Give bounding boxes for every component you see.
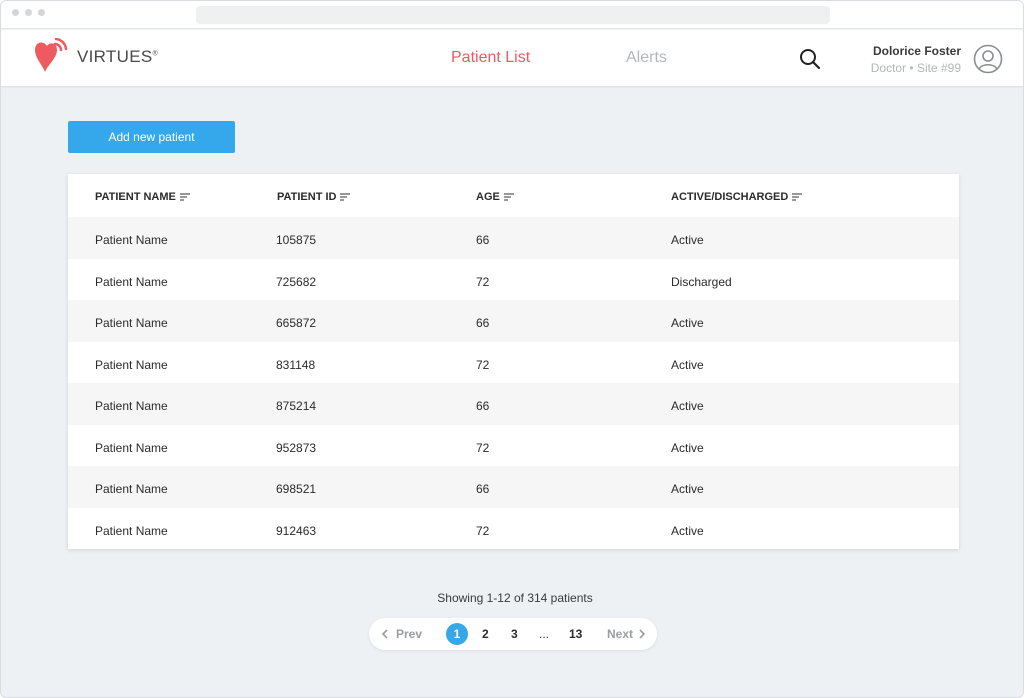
address-bar[interactable]: [196, 6, 830, 24]
table-row[interactable]: Patient Name 725682 72 Discharged: [68, 259, 959, 301]
table-row[interactable]: Patient Name 665872 66 Active: [68, 300, 959, 342]
tab-alerts[interactable]: Alerts: [626, 49, 667, 67]
sort-icon: [503, 193, 514, 201]
window-dot-close[interactable]: [12, 9, 19, 16]
cell-age: 66: [476, 316, 490, 330]
table-row[interactable]: Patient Name 831148 72 Active: [68, 342, 959, 384]
cell-patient-id: 105875: [276, 233, 317, 247]
page-3-button[interactable]: 3: [511, 627, 518, 641]
cell-status: Active: [671, 357, 704, 372]
cell-age: 66: [476, 233, 490, 247]
cell-patient-name: Patient Name: [95, 316, 168, 330]
sort-icon: [179, 193, 190, 201]
window-dot-maximize[interactable]: [38, 9, 45, 16]
sort-icon: [340, 193, 351, 201]
cell-patient-name: Patient Name: [95, 399, 168, 413]
pagination: Prev 1 2 3 ... 13 Next: [369, 618, 657, 650]
logo-text: VIRTUES®: [77, 47, 158, 66]
table-row[interactable]: Patient Name 912463 72 Active: [68, 508, 959, 550]
table-row[interactable]: Patient Name 952873 72 Active: [68, 425, 959, 467]
cell-status: Discharged: [671, 274, 732, 289]
cell-patient-name: Patient Name: [95, 440, 168, 455]
cell-status: Active: [671, 233, 704, 247]
table-row[interactable]: Patient Name 698521 66 Active: [68, 466, 959, 508]
patient-table: PATIENT NAME PATIENT ID AGE ACTIVE/DISCH…: [68, 174, 959, 549]
cell-age: 72: [476, 440, 490, 455]
window-dot-minimize[interactable]: [25, 9, 32, 16]
page-ellipsis: ...: [539, 627, 550, 641]
column-header-patient-name[interactable]: PATIENT NAME: [95, 191, 190, 203]
page-1-button[interactable]: 1: [446, 623, 468, 645]
window-controls: [12, 9, 45, 16]
table-row[interactable]: Patient Name 105875 66 Active: [68, 217, 959, 259]
tab-patient-list[interactable]: Patient List: [451, 49, 530, 67]
column-header-patient-id[interactable]: PATIENT ID: [277, 191, 351, 203]
cell-patient-name: Patient Name: [95, 274, 168, 289]
cell-patient-id: 725682: [276, 274, 317, 289]
cell-patient-name: Patient Name: [95, 233, 168, 247]
prev-page-button[interactable]: Prev: [381, 627, 422, 641]
cell-status: Active: [671, 399, 704, 413]
cell-patient-id: 912463: [276, 523, 317, 538]
cell-patient-name: Patient Name: [95, 357, 168, 372]
browser-chrome: [1, 1, 1023, 29]
page-13-button[interactable]: 13: [569, 627, 582, 641]
table-row[interactable]: Patient Name 875214 66 Active: [68, 383, 959, 425]
cell-age: 72: [476, 274, 490, 289]
chevron-right-icon: [639, 629, 646, 639]
add-patient-button[interactable]: Add new patient: [68, 121, 235, 153]
cell-patient-id: 698521: [276, 482, 317, 496]
table-header: PATIENT NAME PATIENT ID AGE ACTIVE/DISCH…: [68, 174, 959, 217]
cell-status: Active: [671, 523, 704, 538]
user-avatar-icon[interactable]: [973, 44, 1003, 74]
cell-status: Active: [671, 440, 704, 455]
page-2-button[interactable]: 2: [482, 627, 489, 641]
cell-patient-name: Patient Name: [95, 523, 168, 538]
column-header-age[interactable]: AGE: [476, 191, 514, 203]
heart-signal-logo-icon: [35, 38, 68, 72]
column-header-status[interactable]: ACTIVE/DISCHARGED: [671, 191, 803, 203]
cell-patient-id: 665872: [276, 316, 317, 330]
cell-patient-id: 831148: [276, 357, 316, 372]
chevron-left-icon: [381, 629, 388, 639]
cell-age: 66: [476, 482, 490, 496]
app-window: VIRTUES® Patient List Alerts Dolorice Fo…: [0, 0, 1024, 698]
cell-patient-id: 952873: [276, 440, 317, 455]
cell-status: Active: [671, 316, 704, 330]
user-name: Dolorice Foster: [872, 44, 961, 58]
sort-icon: [792, 193, 803, 201]
cell-age: 72: [476, 523, 490, 538]
cell-age: 66: [476, 399, 490, 413]
results-summary: Showing 1-12 of 314 patients: [437, 591, 593, 605]
app-logo[interactable]: VIRTUES®: [31, 38, 158, 76]
top-navbar: VIRTUES® Patient List Alerts Dolorice Fo…: [1, 30, 1023, 86]
cell-patient-name: Patient Name: [95, 482, 168, 496]
search-icon[interactable]: [799, 48, 821, 70]
cell-age: 72: [476, 357, 490, 372]
cell-patient-id: 875214: [276, 399, 317, 413]
next-page-button[interactable]: Next: [607, 627, 646, 641]
user-role: Doctor • Site #99: [870, 61, 961, 75]
user-info: Dolorice Foster Doctor • Site #99: [871, 44, 961, 75]
cell-status: Active: [671, 482, 704, 496]
